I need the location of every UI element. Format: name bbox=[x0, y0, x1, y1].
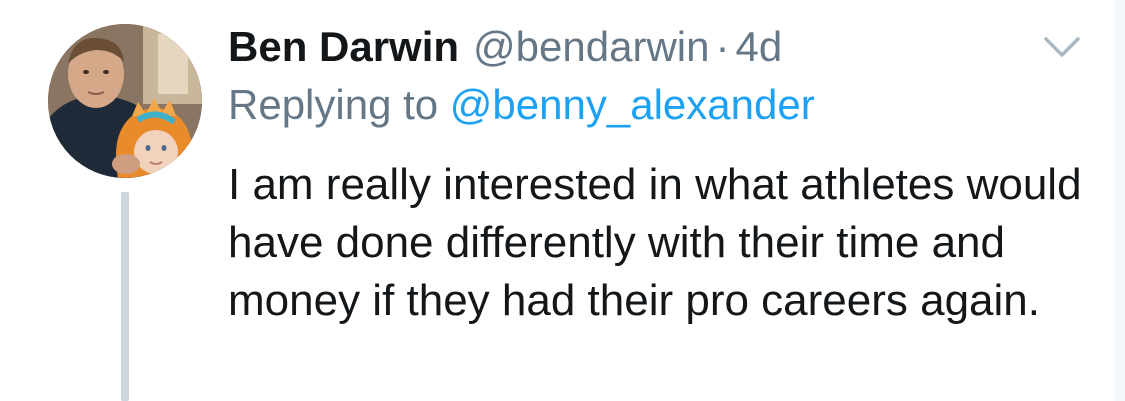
tweet-menu-button[interactable] bbox=[1040, 30, 1084, 64]
separator-dot: · bbox=[715, 23, 730, 70]
author-name[interactable]: Ben Darwin bbox=[228, 22, 459, 72]
tweet-text: I am really interested in what athletes … bbox=[228, 160, 1082, 325]
avatar[interactable] bbox=[48, 24, 202, 178]
replying-to-line: Replying to @benny_alexander bbox=[228, 80, 815, 130]
replying-to-label: Replying to bbox=[228, 81, 450, 128]
avatar-photo-icon bbox=[48, 24, 202, 178]
right-edge-strip bbox=[1115, 0, 1125, 401]
timestamp[interactable]: 4d bbox=[735, 22, 782, 72]
thread-line bbox=[121, 192, 129, 401]
replying-to-handle[interactable]: @benny_alexander bbox=[450, 81, 815, 128]
tweet-card[interactable]: Ben Darwin @bendarwin · 4d Replying to @… bbox=[0, 0, 1125, 401]
tweet-header: Ben Darwin @bendarwin · 4d bbox=[228, 22, 782, 72]
author-handle[interactable]: @bendarwin bbox=[473, 22, 709, 72]
chevron-down-icon bbox=[1044, 37, 1080, 57]
